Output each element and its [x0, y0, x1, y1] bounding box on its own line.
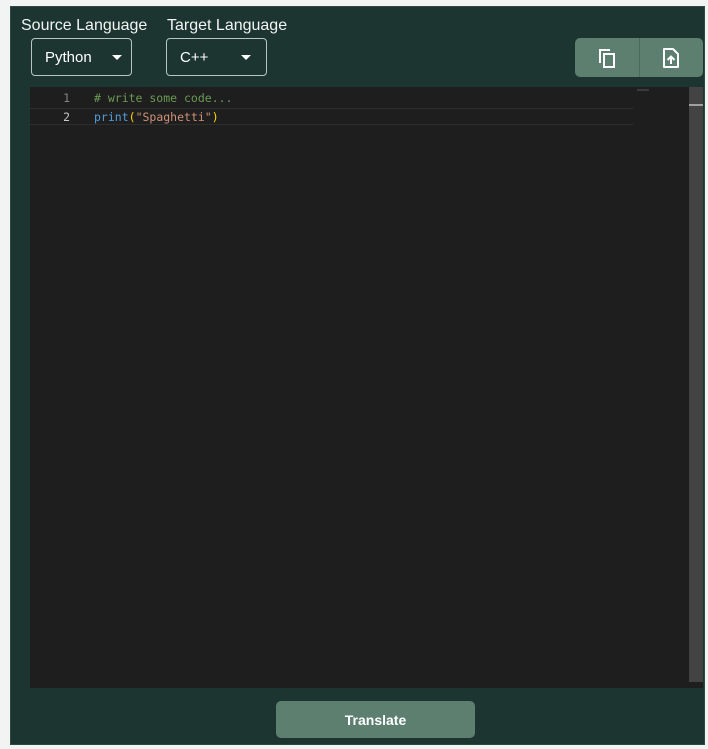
- target-language-select[interactable]: C++: [166, 38, 267, 76]
- copy-button[interactable]: [575, 38, 639, 77]
- copy-icon: [598, 48, 615, 68]
- code-paren-open: (: [128, 110, 136, 124]
- scrollbar-cursor-marker: [689, 104, 703, 106]
- code-string: "Spaghetti": [135, 110, 212, 124]
- editor-scrollbar[interactable]: [689, 87, 703, 682]
- translator-panel: Source Language Target Language Python C…: [10, 6, 705, 745]
- line-number: 1: [63, 91, 70, 105]
- chevron-down-icon: [241, 55, 251, 60]
- line-number: 2: [63, 110, 70, 124]
- minimap-marker: [637, 89, 649, 91]
- code-function: print: [94, 110, 129, 124]
- line-code: # write some code...: [94, 90, 232, 107]
- chevron-down-icon: [112, 55, 122, 60]
- editor-line-active: 2 print("Spaghetti"): [30, 108, 633, 125]
- line-code: print("Spaghetti"): [94, 109, 219, 126]
- file-upload-icon: [663, 47, 680, 68]
- source-language-value: Python: [45, 48, 92, 66]
- upload-file-button[interactable]: [638, 38, 704, 77]
- translate-button[interactable]: Translate: [276, 701, 475, 738]
- source-language-label: Source Language: [21, 17, 148, 34]
- source-language-select[interactable]: Python: [31, 38, 132, 76]
- editor-line: 1 # write some code...: [30, 90, 633, 107]
- target-language-label: Target Language: [167, 17, 288, 34]
- editor-toolbar: [575, 38, 703, 77]
- target-language-value: C++: [180, 48, 209, 66]
- code-comment: # write some code...: [94, 91, 233, 105]
- code-editor[interactable]: 1 # write some code... 2 print("Spaghett…: [30, 87, 703, 688]
- code-paren-close: ): [211, 110, 219, 124]
